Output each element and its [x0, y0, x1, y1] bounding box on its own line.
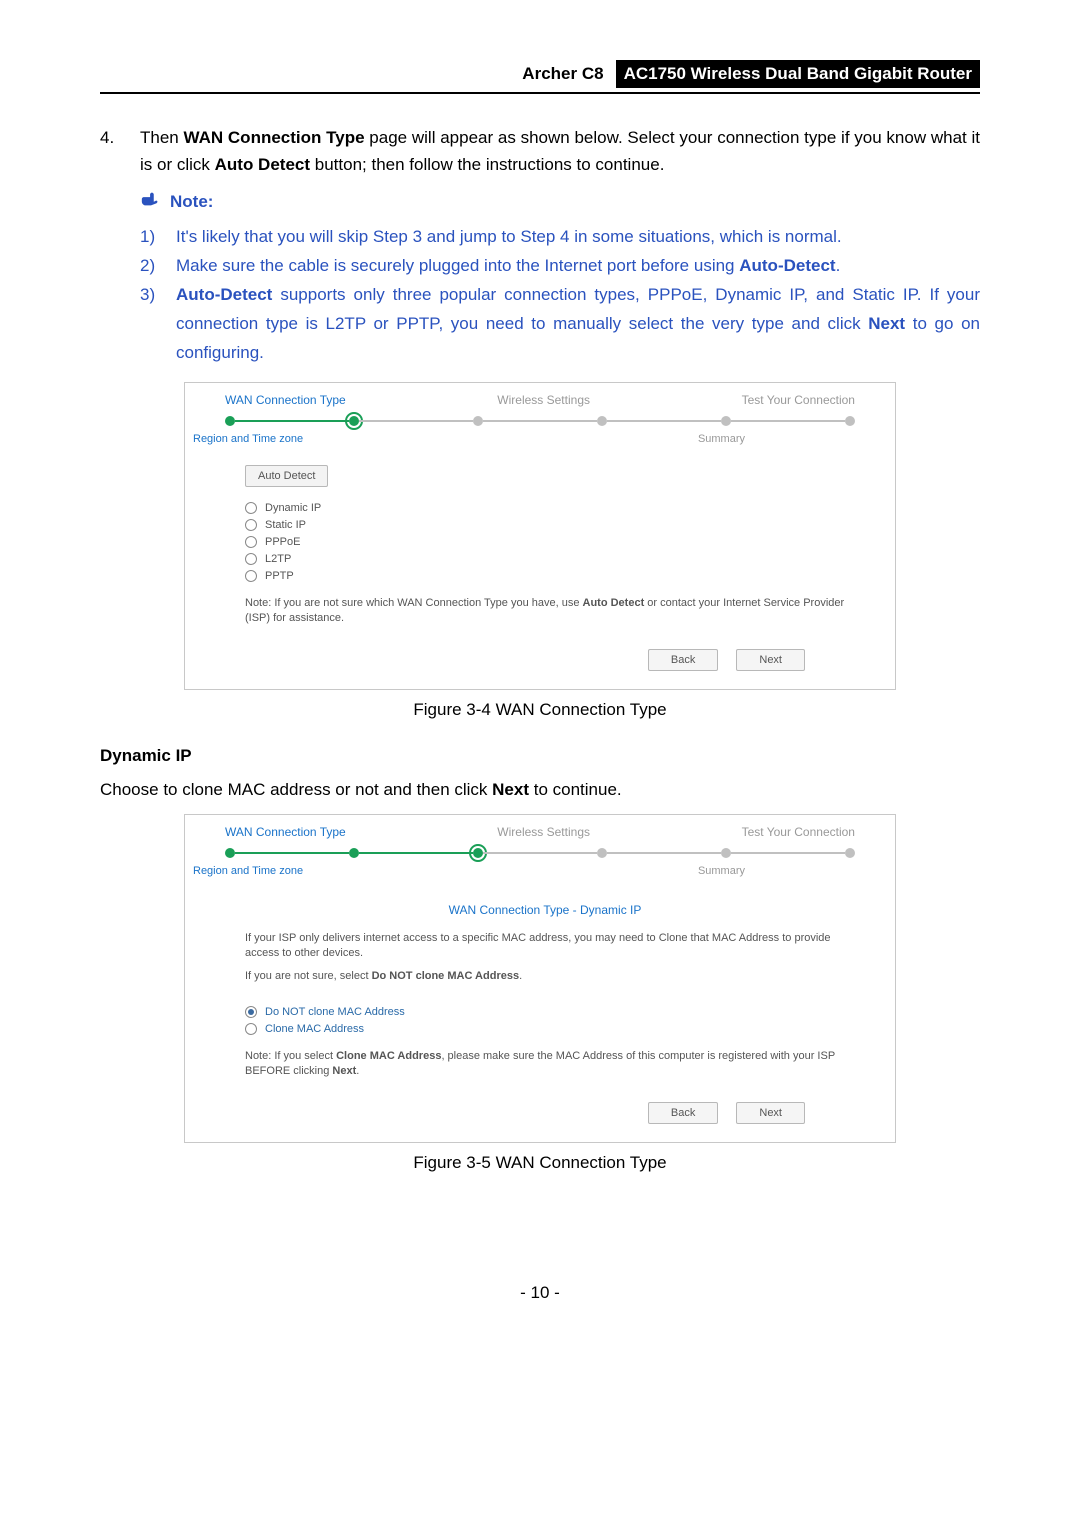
radio-icon — [245, 502, 257, 514]
figure-note: Note: If you are not sure which WAN Conn… — [245, 596, 845, 627]
radio-static-ip[interactable]: Static IP — [245, 519, 845, 531]
product-model: Archer C8 — [520, 60, 605, 88]
progress-dot — [721, 416, 731, 426]
tab-wireless[interactable]: Wireless Settings — [497, 393, 590, 407]
wizard-tabs: WAN Connection Type Wireless Settings Te… — [185, 815, 895, 839]
progress-dot — [721, 848, 731, 858]
note-header: Note: — [140, 188, 980, 215]
radio-clone-mac[interactable]: Clone MAC Address — [245, 1023, 845, 1035]
wizard-subtabs: Region and Time zone Summary — [185, 861, 895, 887]
subtab-region[interactable]: Region and Time zone — [193, 865, 303, 877]
back-button[interactable]: Back — [648, 1102, 718, 1124]
progress-dot — [349, 848, 359, 858]
tab-test[interactable]: Test Your Connection — [742, 825, 855, 839]
step-4: 4. Then WAN Connection Type page will ap… — [100, 124, 980, 178]
wizard-progress — [185, 839, 895, 861]
progress-dot — [845, 416, 855, 426]
back-button[interactable]: Back — [648, 649, 718, 671]
radio-l2tp[interactable]: L2TP — [245, 553, 845, 565]
radio-icon — [245, 570, 257, 582]
subtab-region[interactable]: Region and Time zone — [193, 433, 303, 445]
radio-icon — [245, 536, 257, 548]
radio-dynamic-ip[interactable]: Dynamic IP — [245, 502, 845, 514]
radio-no-clone-mac[interactable]: Do NOT clone MAC Address — [245, 1006, 845, 1018]
dynamic-ip-text: Choose to clone MAC address or not and t… — [100, 780, 980, 800]
page-number: - 10 - — [100, 1283, 980, 1303]
tab-wan[interactable]: WAN Connection Type — [225, 393, 346, 407]
progress-dot-current — [473, 848, 483, 858]
page-header: Archer C8 AC1750 Wireless Dual Band Giga… — [100, 60, 980, 94]
figure-subtitle: WAN Connection Type - Dynamic IP — [245, 903, 845, 917]
step-number: 4. — [100, 124, 122, 178]
figure-3-5: WAN Connection Type Wireless Settings Te… — [184, 814, 896, 1143]
next-button[interactable]: Next — [736, 1102, 805, 1124]
tab-test[interactable]: Test Your Connection — [742, 393, 855, 407]
figure-paragraph-1: If your ISP only delivers internet acces… — [245, 931, 845, 962]
dynamic-ip-heading: Dynamic IP — [100, 746, 980, 766]
progress-dot — [845, 848, 855, 858]
wizard-subtabs: Region and Time zone Summary — [185, 429, 895, 455]
radio-icon — [245, 519, 257, 531]
figure-paragraph-2: If you are not sure, select Do NOT clone… — [245, 969, 845, 984]
radio-icon — [245, 553, 257, 565]
pointer-icon — [140, 188, 162, 215]
progress-dot — [597, 416, 607, 426]
note-label: Note: — [170, 192, 213, 212]
wizard-progress — [185, 407, 895, 429]
step-text: Then WAN Connection Type page will appea… — [140, 124, 980, 178]
wizard-tabs: WAN Connection Type Wireless Settings Te… — [185, 383, 895, 407]
subtab-summary[interactable]: Summary — [698, 865, 745, 877]
subtab-summary[interactable]: Summary — [698, 433, 745, 445]
tab-wireless[interactable]: Wireless Settings — [497, 825, 590, 839]
radio-icon — [245, 1006, 257, 1018]
radio-pppoe[interactable]: PPPoE — [245, 536, 845, 548]
note-item-2: 2) Make sure the cable is securely plugg… — [140, 252, 980, 281]
radio-pptp[interactable]: PPTP — [245, 570, 845, 582]
figure-3-4-caption: Figure 3-4 WAN Connection Type — [100, 700, 980, 720]
next-button[interactable]: Next — [736, 649, 805, 671]
note-item-1: 1) It's likely that you will skip Step 3… — [140, 223, 980, 252]
figure-3-4: WAN Connection Type Wireless Settings Te… — [184, 382, 896, 690]
note-item-3: 3) Auto-Detect supports only three popul… — [140, 281, 980, 368]
progress-dot — [597, 848, 607, 858]
progress-dot — [225, 416, 235, 426]
progress-dot — [473, 416, 483, 426]
progress-dot-current — [349, 416, 359, 426]
figure-note: Note: If you select Clone MAC Address, p… — [245, 1049, 845, 1080]
progress-dot — [225, 848, 235, 858]
radio-icon — [245, 1023, 257, 1035]
product-title: AC1750 Wireless Dual Band Gigabit Router — [616, 60, 980, 88]
tab-wan[interactable]: WAN Connection Type — [225, 825, 346, 839]
auto-detect-button[interactable]: Auto Detect — [245, 465, 328, 487]
figure-3-5-caption: Figure 3-5 WAN Connection Type — [100, 1153, 980, 1173]
